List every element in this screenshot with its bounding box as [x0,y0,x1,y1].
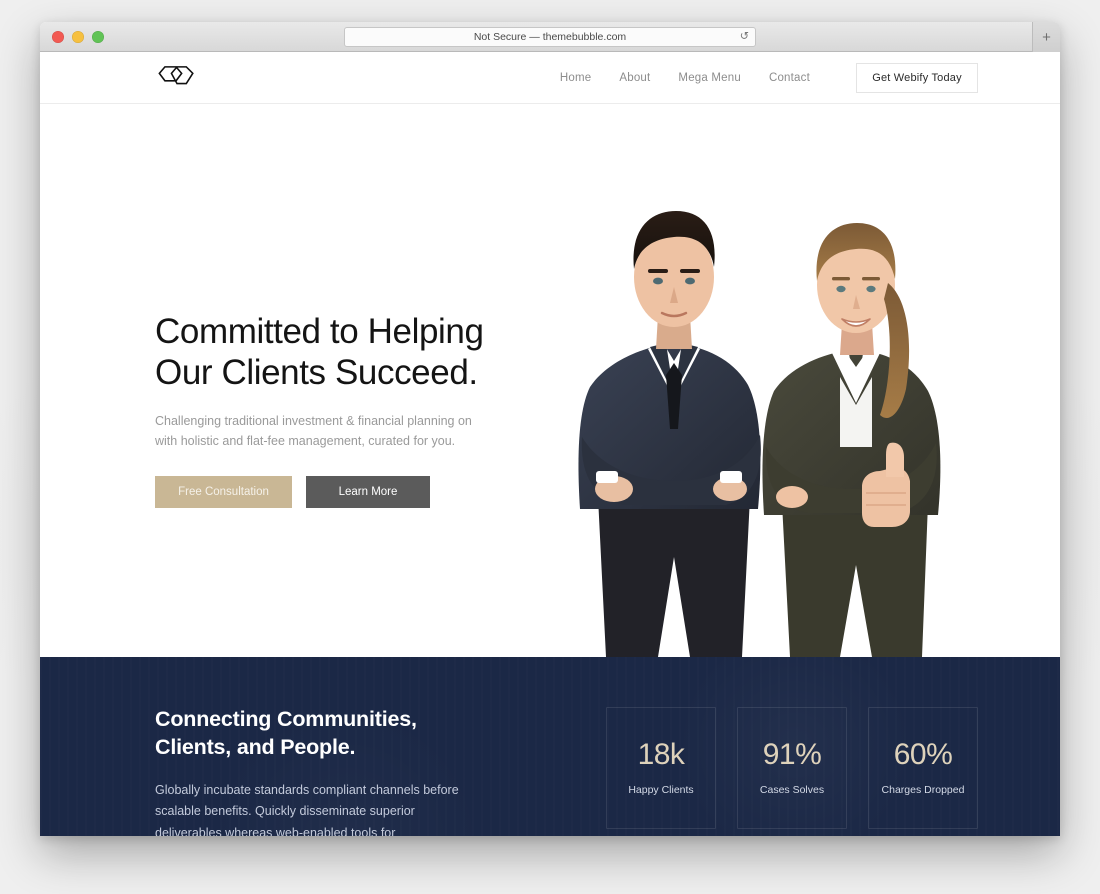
stats-title: Connecting Communities, Clients, and Peo… [155,705,495,762]
hero-subtitle: Challenging traditional investment & fin… [155,411,525,452]
hero-copy: Committed to Helping Our Clients Succeed… [155,311,525,508]
man-figure [578,211,761,657]
stats-title-line-1: Connecting Communities, [155,707,417,731]
stats-title-line-2: Clients, and People. [155,735,356,760]
nav-item-about[interactable]: About [619,72,650,84]
stats-inner: Connecting Communities, Clients, and Peo… [40,657,1060,836]
stat-value: 18k [637,738,685,771]
stat-card: 91% Cases Solves [737,707,847,829]
webify-logo-icon[interactable] [155,65,199,91]
nav-item-contact[interactable]: Contact [769,72,810,84]
stat-value: 91% [762,738,822,771]
stats-section: Connecting Communities, Clients, and Peo… [40,657,1060,836]
close-window-button[interactable] [52,30,64,43]
hero-subtitle-line-1: Challenging traditional investment & fin… [155,413,472,428]
browser-titlebar: Not Secure — themebubble.com ↺ + [40,22,1060,52]
stats-body-line-3: deliverables whereas web-enabled tools f… [155,825,396,836]
woman-figure [762,223,941,657]
main-navigation: Home About Mega Menu Contact Get Webify … [560,62,978,93]
address-bar[interactable]: Not Secure — themebubble.com ↺ [344,26,756,47]
hero-title: Committed to Helping Our Clients Succeed… [155,311,525,394]
nav-item-mega-menu[interactable]: Mega Menu [678,72,741,84]
stat-card: 18k Happy Clients [606,707,716,829]
address-bar-text: Not Secure — themebubble.com [473,30,627,43]
stats-text-block: Connecting Communities, Clients, and Peo… [155,705,495,836]
stats-body-text: Globally incubate standards compliant ch… [155,780,495,836]
new-tab-button[interactable]: + [1032,22,1060,52]
hero-title-line-2: Our Clients Succeed. [155,353,478,393]
maximize-window-button[interactable] [92,30,104,43]
stat-value: 60% [893,738,953,771]
stats-body-line-1: Globally incubate standards compliant ch… [155,782,459,797]
stat-card: 60% Charges Dropped [868,707,978,829]
hero-title-line-1: Committed to Helping [155,312,484,351]
hero-image [562,137,982,657]
stats-card-grid: 18k Happy Clients 91% Cases Solves 60% C… [606,705,978,836]
window-controls [52,30,104,43]
get-webify-today-button[interactable]: Get Webify Today [856,62,978,93]
logo-svg [158,65,194,84]
hero-buttons: Free Consultation Learn More [155,475,525,508]
nav-item-home[interactable]: Home [560,72,591,84]
stat-label: Cases Solves [759,784,825,796]
reload-icon[interactable]: ↺ [740,31,749,42]
hero-subtitle-line-2: with holistic and flat-fee management, c… [155,434,456,449]
free-consultation-button[interactable]: Free Consultation [155,475,292,508]
learn-more-button[interactable]: Learn More [306,475,430,508]
page-viewport: Home About Mega Menu Contact Get Webify … [40,52,1060,836]
business-people-illustration [578,211,941,657]
site-header: Home About Mega Menu Contact Get Webify … [40,52,1060,104]
hero-section: Committed to Helping Our Clients Succeed… [40,104,1060,657]
stat-label: Happy Clients [628,784,694,796]
browser-window: Not Secure — themebubble.com ↺ + Home Ab… [40,22,1060,836]
minimize-window-button[interactable] [72,30,84,43]
stat-label: Charges Dropped [881,784,965,796]
stats-body-line-2: scalable benefits. Quickly disseminate s… [155,804,415,819]
